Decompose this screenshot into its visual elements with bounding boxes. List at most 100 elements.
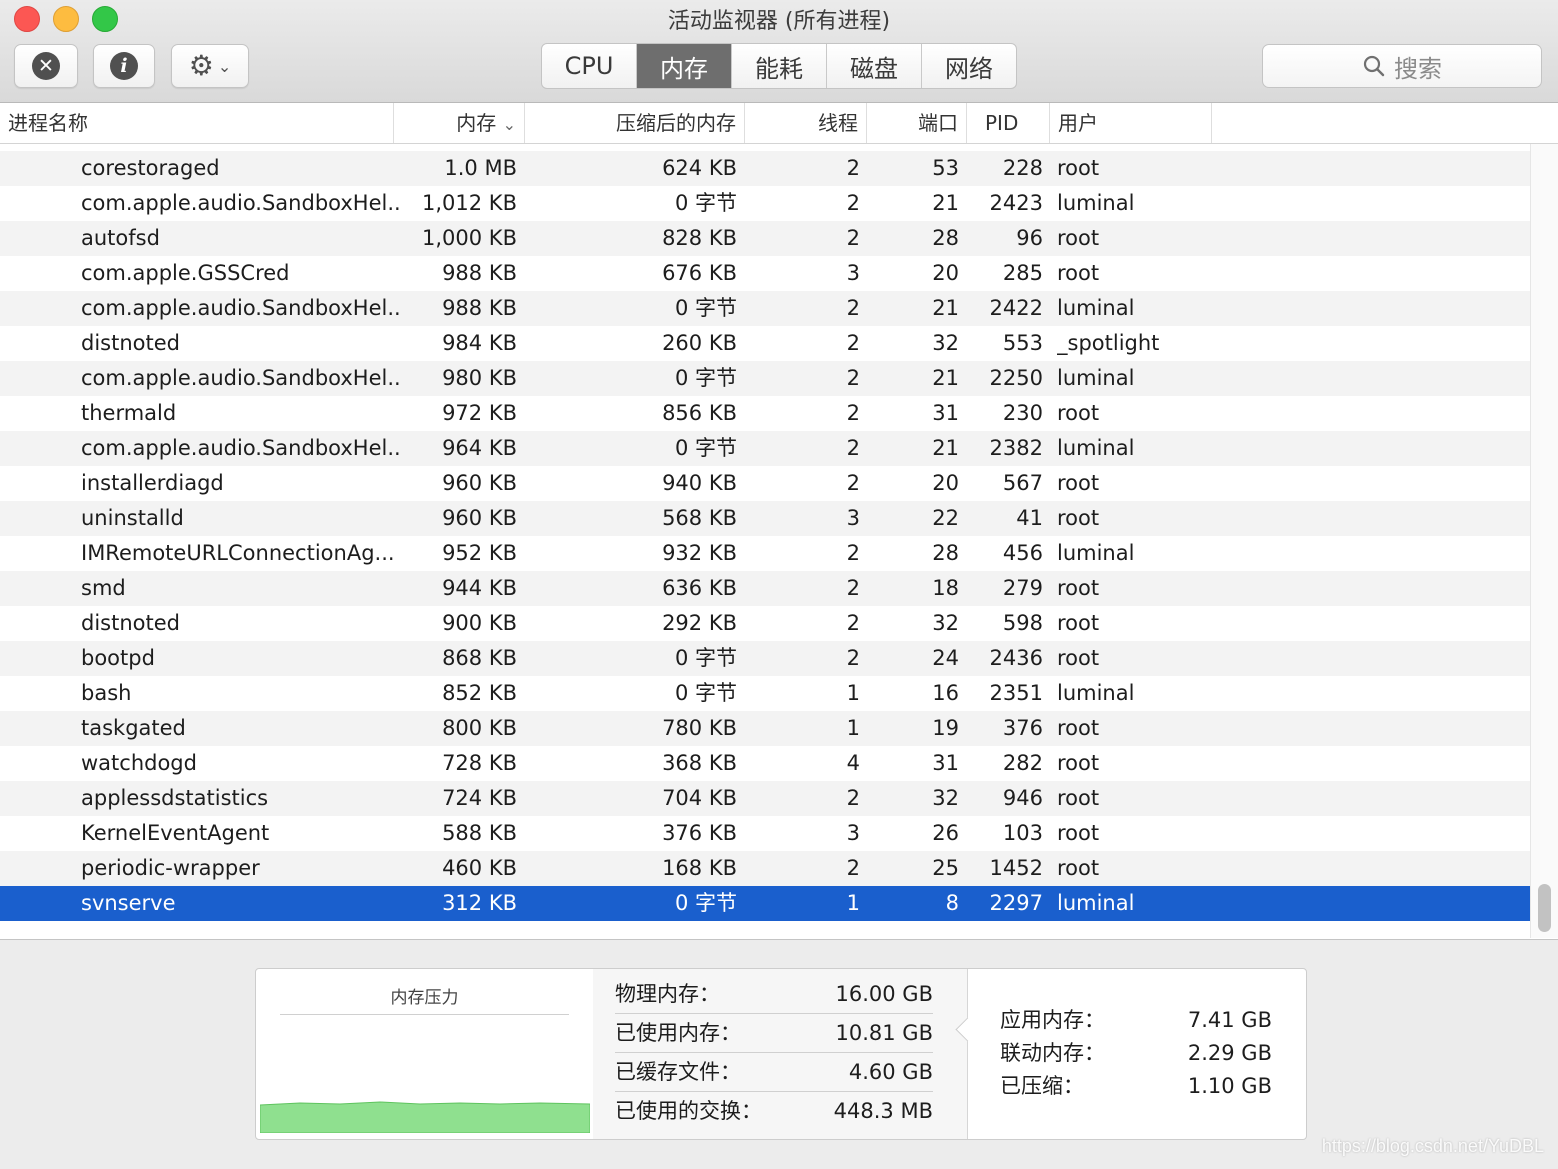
table-row[interactable]: bootpd 868 KB 0 字节 2 24 2436 root <box>0 641 1530 676</box>
cell-ports: 26 <box>932 821 959 845</box>
search-field[interactable]: 搜索 <box>1262 44 1542 88</box>
table-row[interactable]: distnoted 984 KB 260 KB 2 32 553 _spotlight <box>0 326 1530 361</box>
table-row[interactable]: com.apple.GSSCred 988 KB 676 KB 3 20 285 root <box>0 256 1530 291</box>
cell-memory: 724 KB <box>442 786 517 810</box>
tab-network[interactable]: 网络 <box>922 44 1016 88</box>
table-row[interactable]: smd 944 KB 636 KB 2 18 279 root <box>0 571 1530 606</box>
cell-pid: 228 <box>1002 156 1043 180</box>
table-row[interactable]: thermald 972 KB 856 KB 2 31 230 root <box>0 396 1530 431</box>
sort-descending-icon: ⌄ <box>502 115 516 134</box>
table-row[interactable]: distnoted 900 KB 292 KB 2 32 598 root <box>0 606 1530 641</box>
cell-pid: 598 <box>1002 611 1043 635</box>
cell-pid: 282 <box>1002 751 1043 775</box>
cell-user: root <box>1057 506 1100 530</box>
cell-name: installerdiagd <box>81 471 224 495</box>
column-header-threads[interactable]: 线程 <box>745 103 867 143</box>
table-row[interactable]: periodic-wrapper 460 KB 168 KB 2 25 1452 root <box>0 851 1530 886</box>
column-header-compressed[interactable]: 压缩后的内存 <box>525 103 745 143</box>
table-row[interactable]: DiskUnmountWatcher1.1 MB 592 KB 2 35 1676 lum… <box>0 144 1530 151</box>
cell-name: com.apple.GSSCred <box>81 261 290 285</box>
table-row[interactable]: taskgated 800 KB 780 KB 1 19 376 root <box>0 711 1530 746</box>
table-row[interactable]: installerdiagd 960 KB 940 KB 2 20 567 root <box>0 466 1530 501</box>
cell-user: root <box>1057 856 1100 880</box>
table-row[interactable]: bash 852 KB 0 字节 1 16 2351 luminal <box>0 676 1530 711</box>
cell-pid: 96 <box>1016 226 1043 250</box>
table-row[interactable]: uninstalld 960 KB 568 KB 3 22 41 root <box>0 501 1530 536</box>
cell-compressed: 0 字节 <box>674 681 737 705</box>
cell-ports: 32 <box>932 611 959 635</box>
cell-user: root <box>1057 821 1100 845</box>
cell-ports: 21 <box>932 296 959 320</box>
cell-pid: 553 <box>1002 331 1043 355</box>
x-circle-icon: ✕ <box>32 52 60 80</box>
cell-memory: 960 KB <box>442 506 517 530</box>
column-header-ports[interactable]: 端口 <box>867 103 967 143</box>
cell-pid: 2351 <box>989 681 1043 705</box>
cell-threads: 2 <box>846 541 860 565</box>
table-row[interactable]: com.apple.audio.SandboxHel... 988 KB 0 字节 2… <box>0 291 1530 326</box>
column-header-pid[interactable]: PID <box>967 103 1050 143</box>
column-header-memory[interactable]: 内存 ⌄ <box>394 103 525 143</box>
table-row[interactable]: watchdogd 728 KB 368 KB 4 31 282 root <box>0 746 1530 781</box>
cell-threads: 1 <box>846 681 860 705</box>
cell-memory: 1.1 MB <box>400 144 517 151</box>
table-header: 进程名称 内存 ⌄ 压缩后的内存 线程 端口 PID 用户 <box>0 103 1558 144</box>
cell-threads: 2 <box>846 786 860 810</box>
table-row[interactable]: com.apple.audio.SandboxHel... 964 KB 0 字节 2… <box>0 431 1530 466</box>
cell-user: luminal <box>1057 891 1135 915</box>
cell-threads: 2 <box>846 226 860 250</box>
cell-ports: 20 <box>932 471 959 495</box>
cell-compressed: 780 KB <box>662 716 737 740</box>
cell-compressed: 624 KB <box>662 156 737 180</box>
cell-memory: 1,012 KB <box>422 191 517 215</box>
table-row[interactable]: autofsd 1,000 KB 828 KB 2 28 96 root <box>0 221 1530 256</box>
cell-ports: 28 <box>932 541 959 565</box>
cell-ports: 35 <box>870 144 959 151</box>
cell-memory: 868 KB <box>442 646 517 670</box>
cell-name: com.apple.audio.SandboxHel... <box>81 366 401 390</box>
tab-memory[interactable]: 内存 <box>637 44 732 88</box>
search-placeholder: 搜索 <box>1394 54 1442 83</box>
memory-summary-panel: 内存压力 物理内存： 16.00 GB 已使用内存： 10.81 GB 已缓存文… <box>255 968 1307 1140</box>
cell-user: root <box>1057 261 1100 285</box>
cell-name: thermald <box>81 401 177 425</box>
cell-compressed: 932 KB <box>662 541 737 565</box>
gear-icon: ⚙ <box>188 49 214 82</box>
stat-value: 2.29 GB <box>1187 1041 1272 1065</box>
cell-ports: 25 <box>932 856 959 880</box>
scrollbar-thumb[interactable] <box>1538 884 1551 932</box>
table-row[interactable]: corestoraged 1.0 MB 624 KB 2 53 228 root <box>0 151 1530 186</box>
stop-process-button[interactable]: ✕ <box>14 44 78 88</box>
column-header-name[interactable]: 进程名称 <box>0 103 394 143</box>
cell-name: KernelEventAgent <box>81 821 270 845</box>
table-row[interactable]: KernelEventAgent 588 KB 376 KB 3 26 103 root <box>0 816 1530 851</box>
cell-name: svnserve <box>81 891 176 915</box>
cell-ports: 16 <box>932 681 959 705</box>
column-header-user[interactable]: 用户 <box>1050 103 1212 143</box>
cell-compressed: 0 字节 <box>674 436 737 460</box>
chevron-down-icon: ⌄ <box>217 56 232 76</box>
stat-value: 1.10 GB <box>1187 1074 1272 1098</box>
cell-pid: 2436 <box>989 646 1043 670</box>
tab-energy[interactable]: 能耗 <box>732 44 827 88</box>
table-row[interactable]: IMRemoteURLConnectionAg... 952 KB 932 KB 2 2… <box>0 536 1530 571</box>
search-icon <box>1363 55 1385 77</box>
cell-threads: 4 <box>846 751 860 775</box>
table-row[interactable]: svnserve 312 KB 0 字节 1 8 2297 luminal <box>0 886 1530 921</box>
tab-cpu[interactable]: CPU <box>542 44 637 88</box>
action-menu-button[interactable]: ⚙ ⌄ <box>171 44 249 88</box>
table-row[interactable]: com.apple.audio.SandboxHel... 1,012 KB 0 字… <box>0 186 1530 221</box>
cell-name: applessdstatistics <box>81 786 269 810</box>
memory-summary-area: 内存压力 物理内存： 16.00 GB 已使用内存： 10.81 GB 已缓存文… <box>0 939 1558 1169</box>
tab-disk[interactable]: 磁盘 <box>827 44 922 88</box>
table-row[interactable]: com.apple.audio.SandboxHel... 980 KB 0 字节 2… <box>0 361 1530 396</box>
table-row[interactable]: applessdstatistics 724 KB 704 KB 2 32 946 root <box>0 781 1530 816</box>
vertical-scrollbar[interactable] <box>1530 144 1558 938</box>
stat-label: 物理内存： <box>615 982 720 1006</box>
cell-user: root <box>1057 751 1100 775</box>
cell-name: DiskUnmountWatcher <box>81 144 401 151</box>
inspect-process-button[interactable]: i <box>93 44 155 88</box>
stat-label: 已压缩： <box>1000 1074 1084 1098</box>
divider <box>280 1014 569 1015</box>
stat-wired-memory: 联动内存： 2.29 GB <box>1000 1037 1272 1070</box>
